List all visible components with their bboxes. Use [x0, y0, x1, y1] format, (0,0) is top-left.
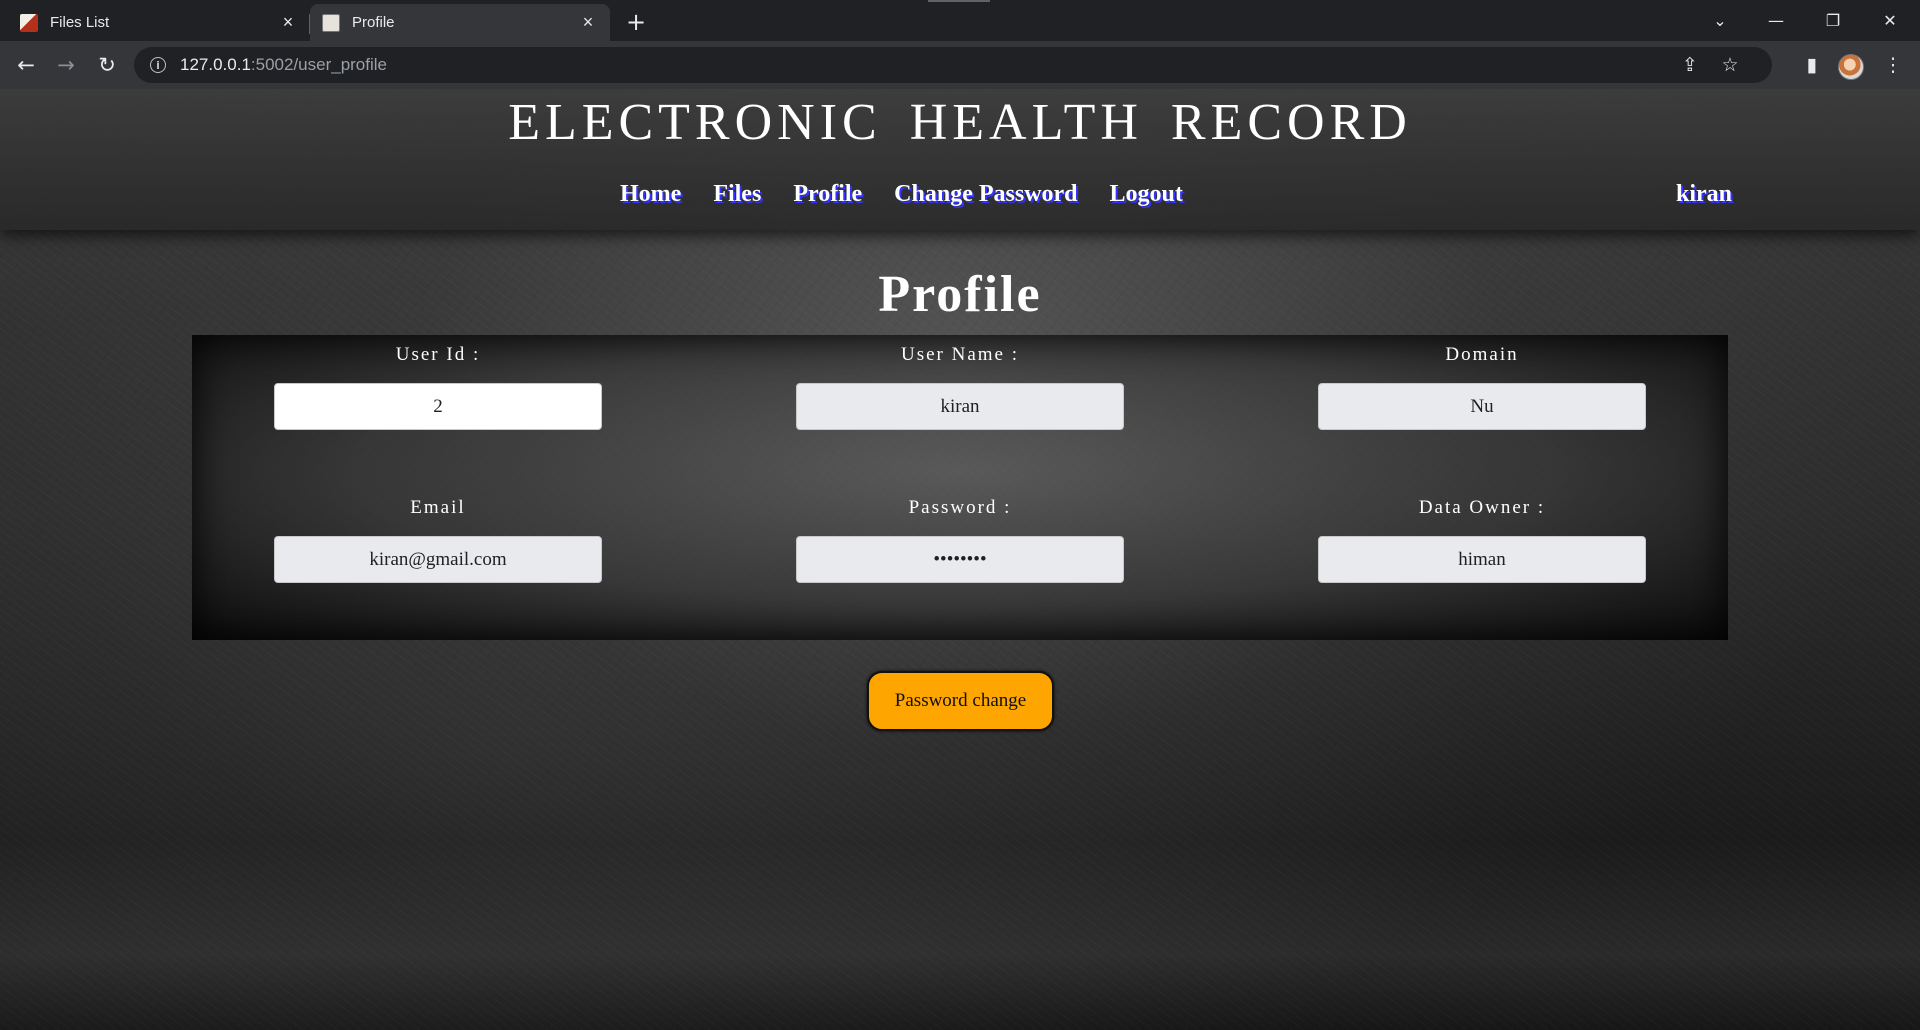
tab-search-icon[interactable]: ⌄ — [1696, 0, 1744, 41]
user-id-field: User Id : — [274, 344, 602, 430]
url-path: :5002/user_profile — [250, 55, 387, 74]
site-info-icon[interactable]: i — [150, 57, 166, 73]
nav-home[interactable]: Home — [620, 181, 681, 215]
user-id-label: User Id : — [395, 344, 481, 365]
reload-button[interactable]: ↻ — [91, 49, 123, 81]
restore-button[interactable]: ❐ — [1809, 0, 1857, 41]
user-name-label: User Name : — [900, 344, 1020, 365]
browser-tab-strip: Files List × Profile × + ⌄ — ❐ ✕ — [0, 0, 1920, 41]
current-user-name: kiran — [1676, 181, 1733, 207]
domain-label: Domain — [1445, 344, 1519, 365]
password-input[interactable] — [796, 536, 1124, 583]
password-change-button[interactable]: Password change — [867, 671, 1054, 731]
site-title: ELECTRONIC HEALTH RECORD — [508, 94, 1412, 151]
close-tab-icon[interactable]: × — [578, 12, 598, 33]
tab-title: Profile — [352, 14, 395, 31]
email-input[interactable] — [274, 536, 602, 583]
url-host: 127.0.0.1 — [180, 55, 251, 74]
close-tab-icon[interactable]: × — [278, 12, 298, 33]
close-window-button[interactable]: ✕ — [1866, 0, 1914, 41]
address-bar[interactable]: i 127.0.0.1:5002/user_profile ⇪ ☆ — [134, 47, 1772, 83]
window-drag-handle — [928, 0, 990, 2]
data-owner-label: Data Owner : — [1418, 497, 1546, 518]
profile-favicon-icon — [322, 13, 340, 32]
domain-input[interactable] — [1318, 383, 1646, 430]
main-nav: Home Files Profile Change Password Logou… — [620, 181, 1183, 215]
password-field: Password : — [796, 497, 1124, 583]
new-tab-button[interactable]: + — [622, 9, 650, 37]
data-owner-field: Data Owner : — [1318, 497, 1646, 583]
user-name-field: User Name : — [796, 344, 1124, 430]
email-label: Email — [410, 497, 466, 518]
data-owner-input[interactable] — [1318, 536, 1646, 583]
forward-button[interactable]: → — [50, 49, 82, 81]
tab-files-list[interactable]: Files List × — [8, 4, 310, 41]
domain-field: Domain — [1318, 344, 1646, 430]
user-id-input[interactable] — [274, 383, 602, 430]
browser-toolbar: ← → ↻ i 127.0.0.1:5002/user_profile ⇪ ☆ … — [0, 41, 1920, 89]
nav-files[interactable]: Files — [713, 181, 761, 215]
side-panel-icon[interactable]: ▮ — [1796, 49, 1828, 81]
profile-avatar[interactable] — [1838, 54, 1864, 80]
page-title: Profile — [878, 266, 1042, 323]
user-name-input[interactable] — [796, 383, 1124, 430]
browser-menu-icon[interactable]: ⋮ — [1877, 49, 1909, 81]
profile-form-panel: User Id : User Name : Domain Email Passw… — [192, 335, 1728, 640]
bookmark-star-icon[interactable]: ☆ — [1714, 47, 1746, 83]
nav-profile[interactable]: Profile — [793, 181, 862, 215]
minimize-button[interactable]: — — [1752, 0, 1800, 41]
tab-title: Files List — [50, 14, 110, 31]
email-field: Email — [274, 497, 602, 583]
files-list-favicon-icon — [20, 13, 38, 32]
page-content: ELECTRONIC HEALTH RECORD Home Files Prof… — [0, 89, 1920, 1030]
share-icon[interactable]: ⇪ — [1674, 47, 1706, 83]
password-label: Password : — [908, 497, 1012, 518]
tab-profile[interactable]: Profile × — [310, 4, 610, 41]
back-button[interactable]: ← — [10, 49, 42, 81]
nav-logout[interactable]: Logout — [1110, 181, 1183, 215]
nav-change-password[interactable]: Change Password — [894, 181, 1077, 215]
